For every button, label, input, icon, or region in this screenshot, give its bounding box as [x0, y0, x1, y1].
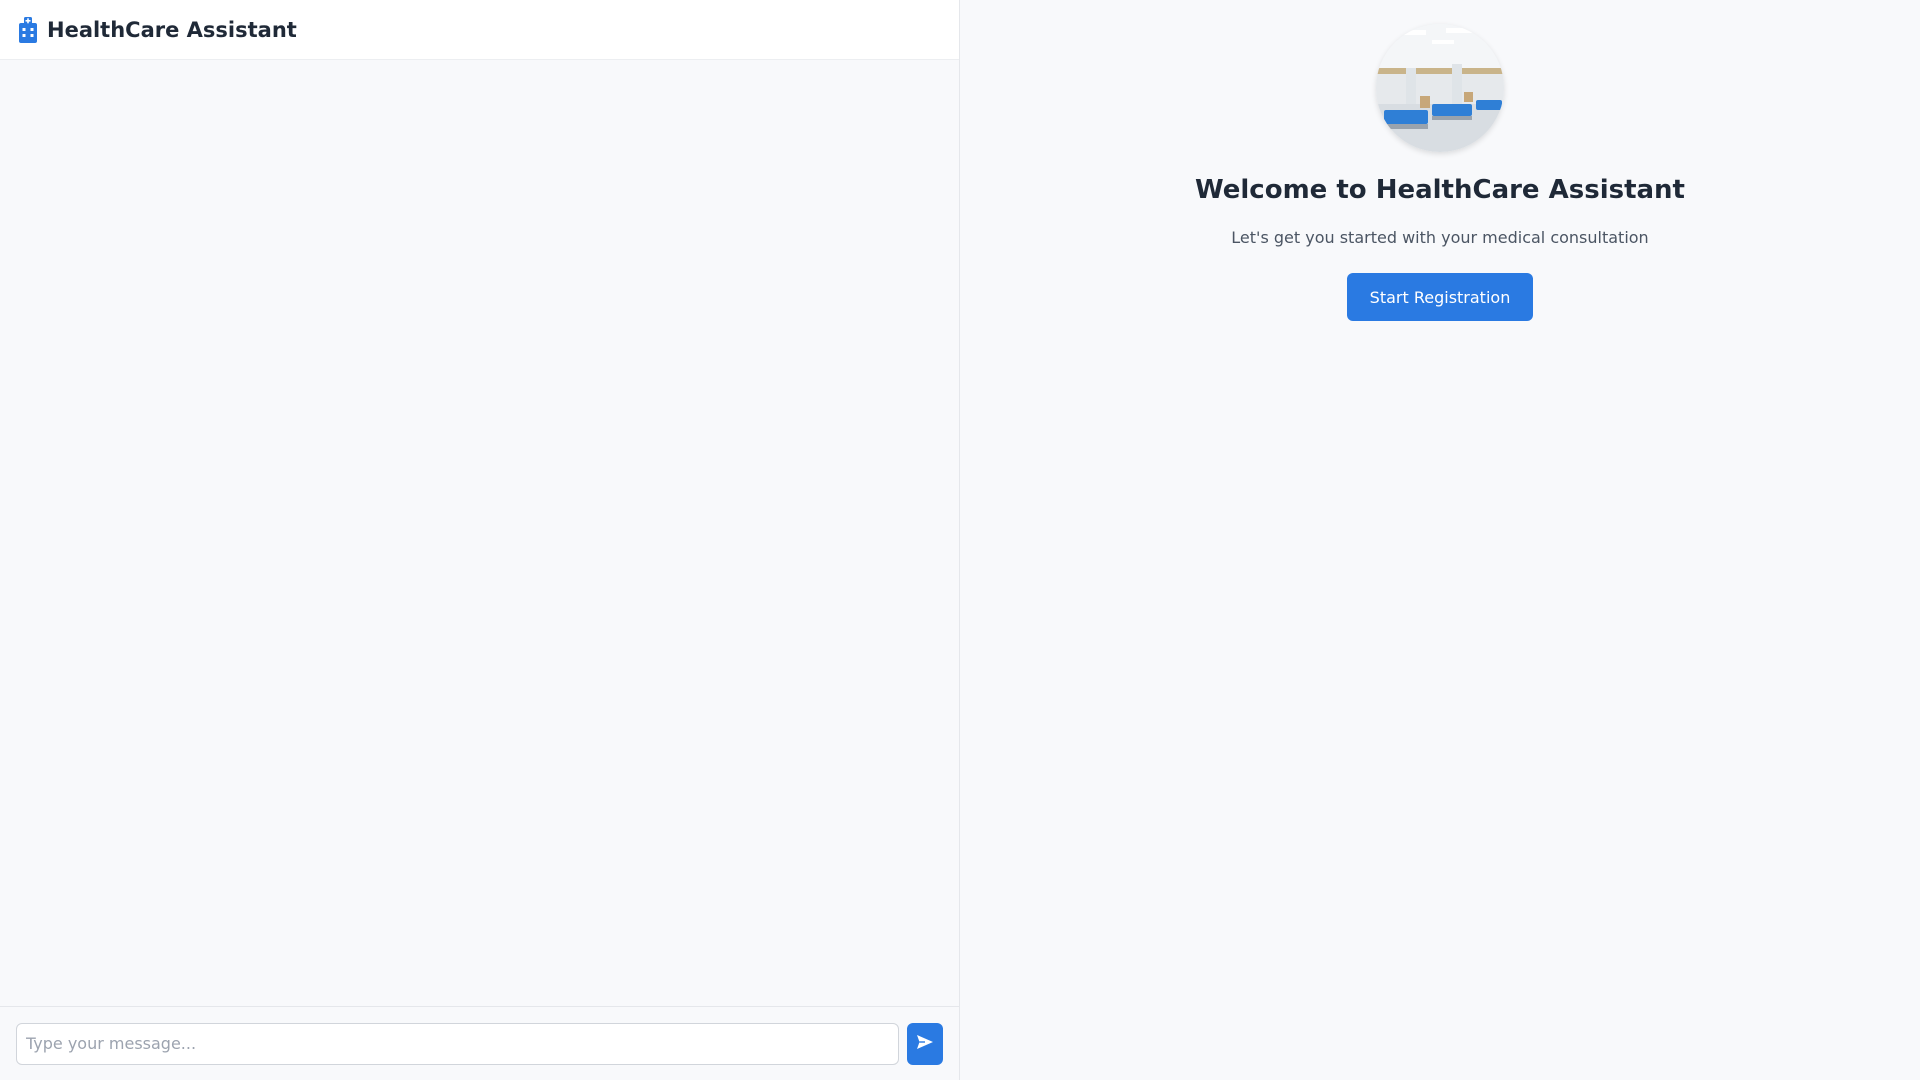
hospital-ward-image	[1376, 24, 1504, 152]
send-icon	[916, 1034, 934, 1053]
app-root: HealthCare Assistant Type your message..…	[0, 0, 1920, 1080]
welcome-title: Welcome to HealthCare Assistant	[1195, 175, 1685, 205]
welcome-subtitle: Let's get you started with your medical …	[1231, 228, 1649, 247]
chat-header: HealthCare Assistant	[0, 0, 959, 60]
welcome-panel: Welcome to HealthCare Assistant Let's ge…	[960, 0, 1920, 1080]
app-title: HealthCare Assistant	[47, 17, 297, 42]
message-input[interactable]	[16, 1022, 900, 1065]
start-registration-button[interactable]: Start Registration	[1346, 273, 1534, 321]
message-list[interactable]	[0, 60, 959, 1006]
message-composer	[0, 1006, 959, 1080]
chat-panel: HealthCare Assistant	[0, 0, 960, 1080]
send-button[interactable]	[907, 1022, 943, 1065]
hospital-icon	[17, 16, 39, 43]
